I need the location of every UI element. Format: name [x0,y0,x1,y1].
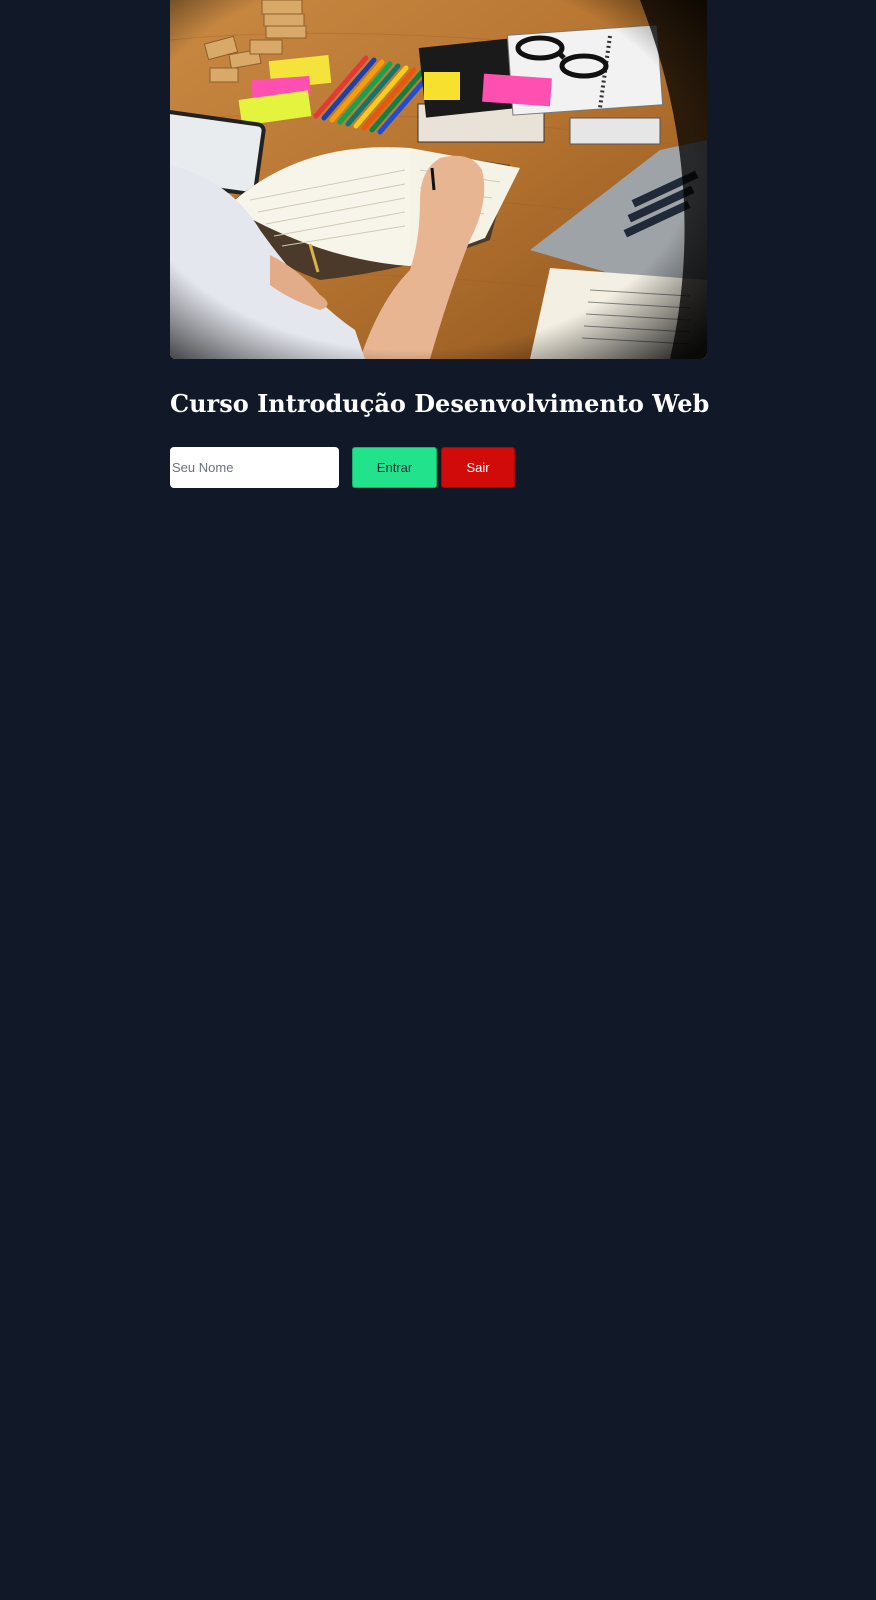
course-title: Curso Introdução Desenvolvimento Web [170,389,710,418]
main-container: Curso Introdução Desenvolvimento Web Ent… [170,0,710,488]
login-form: Entrar Sair [170,447,707,488]
exit-button[interactable]: Sair [441,447,515,488]
hero-image [170,0,707,359]
enter-button[interactable]: Entrar [352,447,437,488]
study-desk-illustration [170,0,707,359]
name-input[interactable] [170,447,339,488]
